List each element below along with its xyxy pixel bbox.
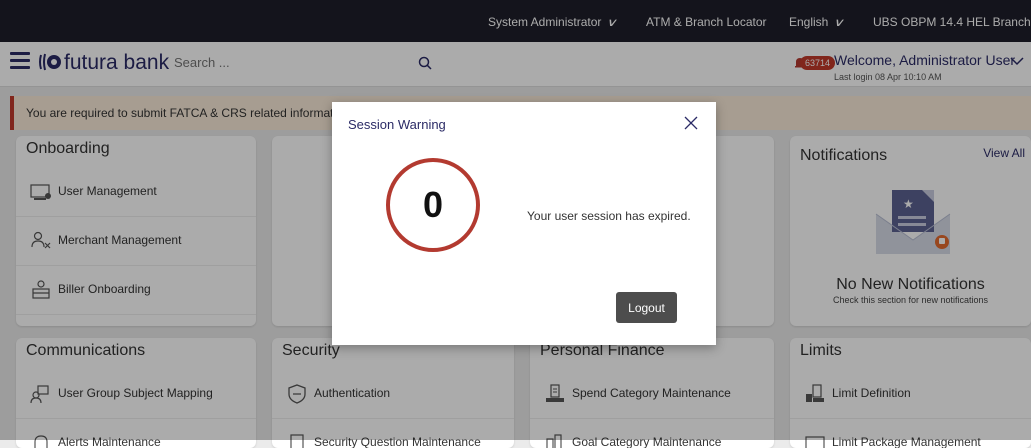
session-warning-dialog: Session Warning 0 Your user session has … — [332, 102, 716, 345]
logout-button[interactable]: Logout — [616, 292, 677, 323]
close-icon[interactable] — [683, 115, 699, 131]
session-expired-message: Your user session has expired. — [527, 209, 691, 223]
session-countdown: 0 — [386, 158, 480, 252]
dialog-title: Session Warning — [348, 117, 446, 132]
